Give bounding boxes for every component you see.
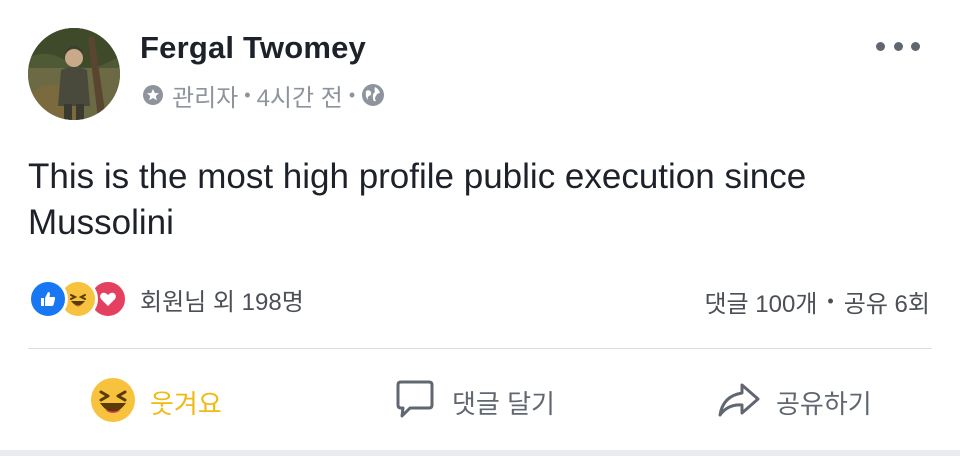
author-avatar[interactable]	[28, 28, 120, 120]
more-options-button[interactable]	[876, 34, 920, 58]
globe-icon[interactable]	[361, 83, 385, 107]
post-text: This is the most high profile public exe…	[28, 157, 807, 242]
more-dot	[911, 41, 920, 51]
like-icon	[28, 279, 68, 319]
more-dot	[876, 41, 885, 51]
reaction-count[interactable]: 회원님 외 198명	[140, 282, 304, 317]
card-bottom-border	[0, 450, 960, 456]
reaction-icons	[28, 279, 128, 319]
reaction-button-label: 웃겨요	[150, 388, 222, 419]
divider	[28, 348, 932, 349]
comment-count[interactable]: 댓글 100개	[704, 284, 817, 319]
share-arrow-icon	[716, 377, 762, 428]
comment-button-label: 댓글 달기	[452, 388, 555, 419]
post-card: Fergal Twomey 관리자 • 4시간 전 • This is the …	[0, 0, 960, 456]
reactions-summary[interactable]: 회원님 외 198명	[28, 279, 304, 319]
meta-separator: •	[244, 84, 251, 105]
engagement-counts: 댓글 100개 • 공유 6회	[704, 284, 930, 319]
reaction-button[interactable]: 웃겨요	[90, 362, 222, 442]
engagement-separator: •	[827, 291, 834, 311]
more-dot	[893, 41, 903, 51]
comment-button[interactable]: 댓글 달기	[392, 362, 555, 442]
share-count[interactable]: 공유 6회	[844, 284, 930, 319]
avatar-photo	[28, 28, 120, 120]
meta-separator: •	[348, 84, 356, 105]
post-time[interactable]: 4시간 전	[257, 78, 343, 113]
author-name[interactable]: Fergal Twomey	[140, 30, 366, 66]
admin-badge-icon	[142, 84, 164, 106]
haha-icon	[90, 377, 136, 428]
author-role: 관리자	[172, 84, 239, 112]
comment-bubble-icon	[392, 377, 438, 428]
action-bar: 웃겨요 댓글 달기 공유하기	[0, 362, 960, 442]
share-button-label: 공유하기	[776, 388, 872, 419]
post-meta: 관리자 • 4시간 전 •	[142, 78, 385, 112]
share-button[interactable]: 공유하기	[716, 362, 872, 442]
